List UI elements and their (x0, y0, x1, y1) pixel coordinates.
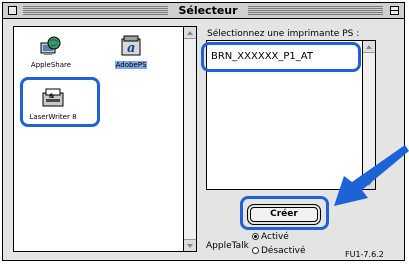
appletalk-off-radio[interactable]: Désactivé (252, 246, 306, 256)
radio-label: Activé (261, 232, 289, 242)
driver-item-adobeps[interactable]: a AdobePS (111, 35, 151, 69)
driver-label-selected: AdobePS (114, 61, 148, 69)
appletalk-label: AppleTalk (206, 241, 249, 251)
driver-label: AppleShare (30, 61, 72, 69)
title-stripes-left (23, 6, 168, 15)
close-box-icon[interactable] (8, 6, 17, 15)
radio-selected-icon (252, 233, 259, 240)
printer-highlight-box (201, 42, 361, 72)
driver-list-scrollbar[interactable] (183, 27, 196, 251)
appletalk-on-radio[interactable]: Activé (252, 232, 289, 242)
collapse-box-icon[interactable] (390, 6, 399, 15)
radio-label: Désactivé (261, 246, 306, 256)
window-title: Sélecteur (178, 4, 238, 17)
radio-unselected-icon (252, 247, 259, 254)
driver-list[interactable]: AppleShare a AdobePS & LaserWriter 8 (13, 26, 197, 252)
title-bar[interactable]: Sélecteur (3, 3, 404, 19)
appleshare-icon (40, 36, 61, 55)
driver-item-appleshare[interactable]: AppleShare (26, 35, 76, 69)
svg-text:a: a (127, 41, 135, 56)
pointer-arrow-icon (334, 145, 409, 206)
printer-list-label: Sélectionnez une imprimante PS : (207, 29, 360, 39)
version-label: FU1-7.6.2 (345, 250, 384, 259)
scroll-down-arrow-icon[interactable] (184, 239, 196, 251)
scroll-up-arrow-icon[interactable] (363, 41, 375, 53)
laserwriter-highlight-box (20, 77, 100, 127)
create-highlight-box (240, 196, 329, 230)
title-stripes-right (248, 6, 383, 15)
adobeps-icon: a (121, 35, 141, 56)
scroll-up-arrow-icon[interactable] (184, 27, 196, 39)
